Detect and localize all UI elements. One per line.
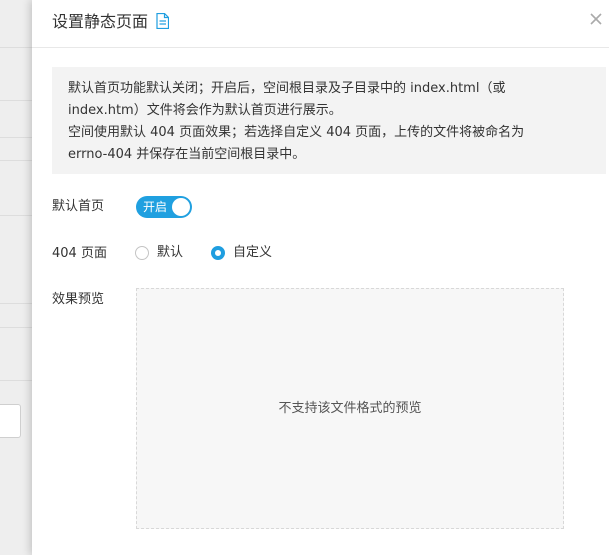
background-divider xyxy=(0,303,32,304)
background-divider xyxy=(0,137,32,138)
drawer-header: 设置静态页面 xyxy=(32,0,609,48)
radio-dot xyxy=(215,250,221,256)
drawer-title: 设置静态页面 xyxy=(52,12,149,31)
background-divider xyxy=(0,100,32,101)
radio-label: 默认 xyxy=(157,245,184,260)
background-divider xyxy=(0,380,32,381)
toggle-knob xyxy=(172,198,190,216)
static-page-drawer: 设置静态页面 默认首页功能默认关闭；开启后，空间根目录及子目录中的 index.… xyxy=(32,0,609,555)
document-icon[interactable] xyxy=(156,13,169,29)
default-homepage-label: 默认首页 xyxy=(52,199,105,214)
viewport: 设置静态页面 默认首页功能默认关闭；开启后，空间根目录及子目录中的 index.… xyxy=(0,0,609,555)
page-404-label: 404 页面 xyxy=(52,246,107,261)
background-divider xyxy=(0,47,32,48)
background-divider xyxy=(0,215,32,216)
radio-label: 自定义 xyxy=(233,245,273,260)
toggle-text: 开启 xyxy=(143,200,168,214)
radio-circle xyxy=(135,246,149,260)
info-line: index.htm）文件将会作为默认首页进行展示。 xyxy=(68,103,342,118)
default-homepage-toggle[interactable]: 开启 xyxy=(136,196,192,218)
preview-message: 不支持该文件格式的预览 xyxy=(278,401,422,416)
info-line: 默认首页功能默认关闭；开启后，空间根目录及子目录中的 index.html（或 xyxy=(68,81,506,96)
info-line: 空间使用默认 404 页面效果；若选择自定义 404 页面，上传的文件将被命名为 xyxy=(68,125,525,140)
close-icon[interactable] xyxy=(589,12,603,26)
background-page xyxy=(0,0,32,555)
preview-box: 不支持该文件格式的预览 xyxy=(136,288,564,529)
info-line: errno-404 并保存在当前空间根目录中。 xyxy=(68,147,306,162)
background-divider xyxy=(0,327,32,328)
info-notice: 默认首页功能默认关闭；开启后，空间根目录及子目录中的 index.html（或 … xyxy=(52,67,606,174)
background-input xyxy=(0,404,21,438)
radio-circle-checked xyxy=(211,246,225,260)
background-divider xyxy=(0,160,32,161)
preview-label: 效果预览 xyxy=(52,292,105,307)
